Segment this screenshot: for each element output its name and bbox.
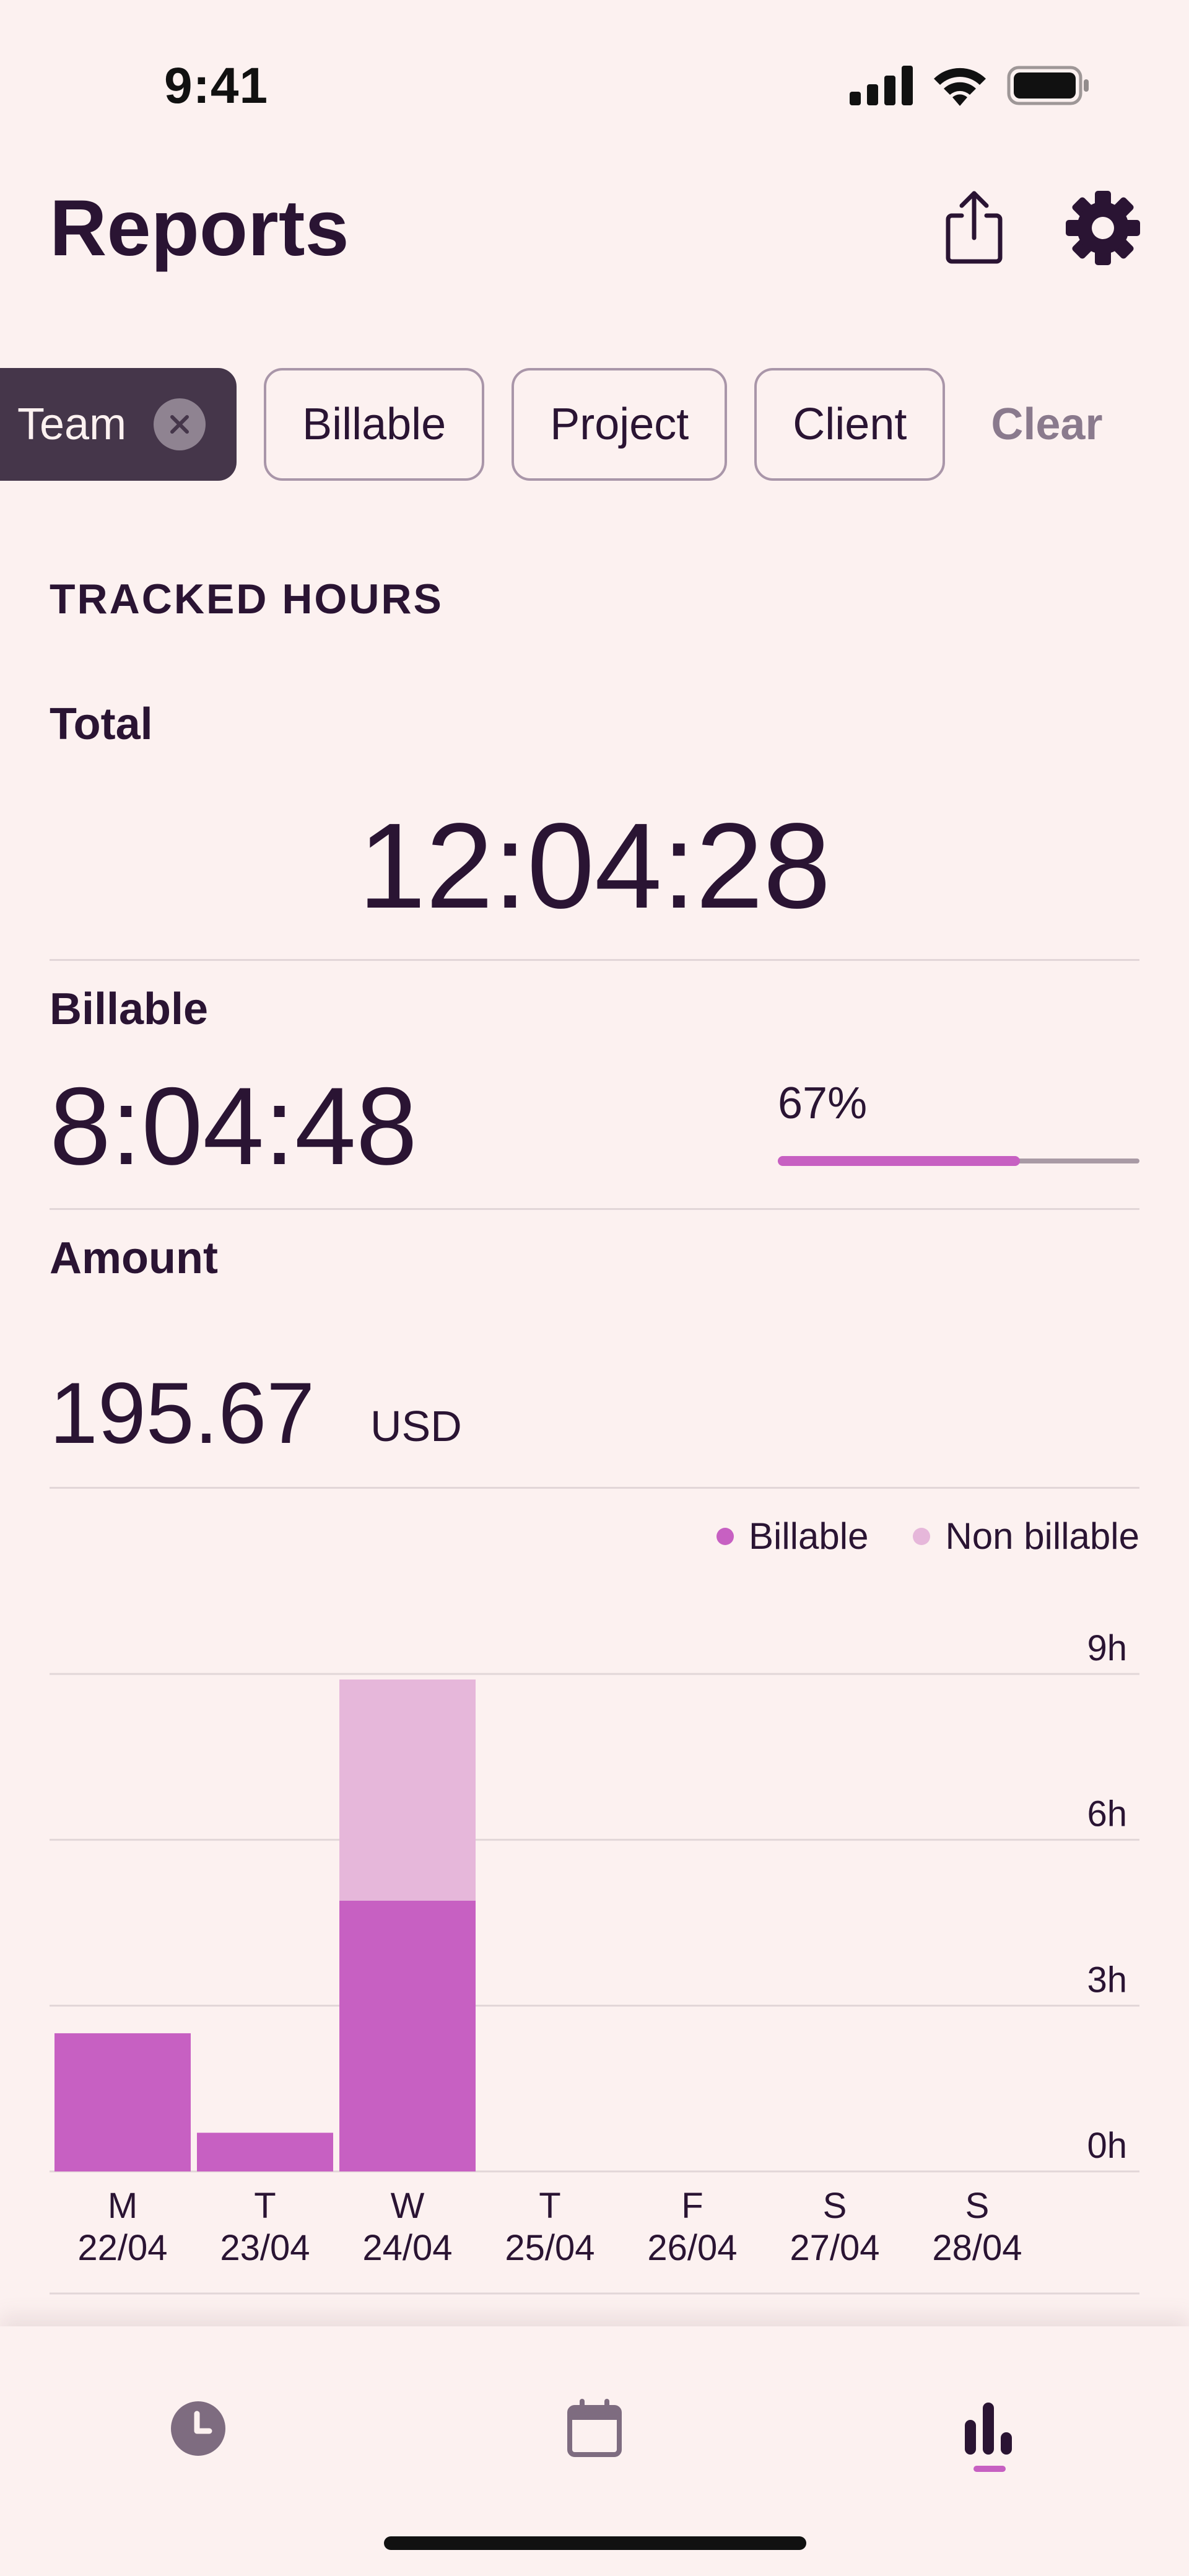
- filter-chips: Team Billable Project Client Clear: [0, 368, 1102, 481]
- chip-billable-label: Billable: [302, 400, 446, 449]
- x-tick-date: 25/04: [505, 2228, 594, 2268]
- legend-label-billable: Billable: [749, 1515, 869, 1557]
- bar-non-billable: [339, 1679, 476, 1901]
- y-tick-label: 3h: [1087, 1960, 1127, 2000]
- billable-value: 8:04:48: [50, 1064, 417, 1188]
- tab-timer[interactable]: [161, 2391, 235, 2466]
- gear-icon: [1066, 191, 1140, 265]
- chart-legend: Billable Non billable: [716, 1515, 1139, 1557]
- total-value: 12:04:28: [358, 798, 831, 934]
- y-tick-label: 9h: [1087, 1628, 1127, 1668]
- legend-dot-billable: [716, 1527, 734, 1545]
- x-tick-day: M: [108, 2186, 137, 2226]
- x-tick-date: 24/04: [362, 2228, 452, 2268]
- amount-currency: USD: [370, 1402, 462, 1450]
- x-tick-date: 27/04: [790, 2228, 879, 2268]
- tab-reports[interactable]: [951, 2391, 1026, 2466]
- signal-icon: [850, 66, 913, 105]
- hours-chart: 9h6h3h0hM22/04T23/04W24/04T25/04F26/04S2…: [50, 1628, 1139, 2295]
- amount-label: Amount: [50, 1233, 218, 1283]
- status-icons: [850, 65, 1090, 106]
- bar-chart-icon: [965, 2403, 1012, 2455]
- x-tick-day: T: [539, 2186, 560, 2226]
- share-icon: [946, 191, 1003, 264]
- home-indicator: [384, 2536, 806, 2550]
- tab-calendar[interactable]: [557, 2391, 632, 2466]
- divider: [50, 1487, 1139, 1489]
- chip-client[interactable]: Client: [754, 368, 946, 481]
- billable-label: Billable: [50, 984, 209, 1034]
- bar-billable: [339, 1900, 476, 2171]
- amount-value: 195.67: [50, 1364, 315, 1461]
- x-tick-day: F: [681, 2186, 703, 2226]
- bar-billable: [197, 2132, 333, 2171]
- billable-percent: 67%: [778, 1079, 868, 1128]
- chip-project-label: Project: [550, 400, 689, 449]
- chip-billable[interactable]: Billable: [264, 368, 485, 481]
- x-tick-day: S: [823, 2186, 847, 2226]
- share-button[interactable]: [940, 186, 1008, 266]
- close-icon: [170, 415, 189, 434]
- divider: [50, 1208, 1139, 1210]
- x-tick-date: 23/04: [220, 2228, 310, 2268]
- x-tick-day: W: [391, 2186, 425, 2226]
- status-time: 9:41: [164, 58, 269, 114]
- total-label: Total: [50, 699, 153, 749]
- battery-icon: [1007, 66, 1089, 105]
- x-tick-date: 26/04: [647, 2228, 737, 2268]
- billable-progress-bar: [778, 1156, 1139, 1166]
- calendar-icon: [567, 2399, 622, 2457]
- x-tick-date: 22/04: [77, 2228, 167, 2268]
- divider: [50, 959, 1139, 961]
- chip-team[interactable]: Team: [0, 368, 237, 481]
- chip-project[interactable]: Project: [512, 368, 728, 481]
- legend-dot-non-billable: [913, 1527, 931, 1545]
- legend-label-non-billable: Non billable: [945, 1515, 1139, 1557]
- bar-billable: [54, 2033, 191, 2171]
- section-title: TRACKED HOURS: [50, 576, 443, 623]
- x-tick-day: S: [965, 2186, 990, 2226]
- remove-filter-button[interactable]: [154, 398, 206, 450]
- clock-icon: [171, 2401, 225, 2456]
- wifi-icon: [934, 68, 986, 106]
- chip-client-label: Client: [793, 400, 907, 449]
- billable-progress-fill: [778, 1156, 1020, 1166]
- page-title: Reports: [50, 184, 349, 273]
- x-tick-date: 28/04: [932, 2228, 1022, 2268]
- settings-button[interactable]: [1063, 188, 1143, 268]
- active-tab-indicator: [973, 2466, 1006, 2472]
- x-tick-day: T: [254, 2186, 276, 2226]
- y-tick-label: 6h: [1087, 1794, 1127, 1834]
- chip-team-label: Team: [17, 400, 127, 449]
- clear-filters-button[interactable]: Clear: [991, 399, 1102, 450]
- y-tick-label: 0h: [1087, 2126, 1127, 2166]
